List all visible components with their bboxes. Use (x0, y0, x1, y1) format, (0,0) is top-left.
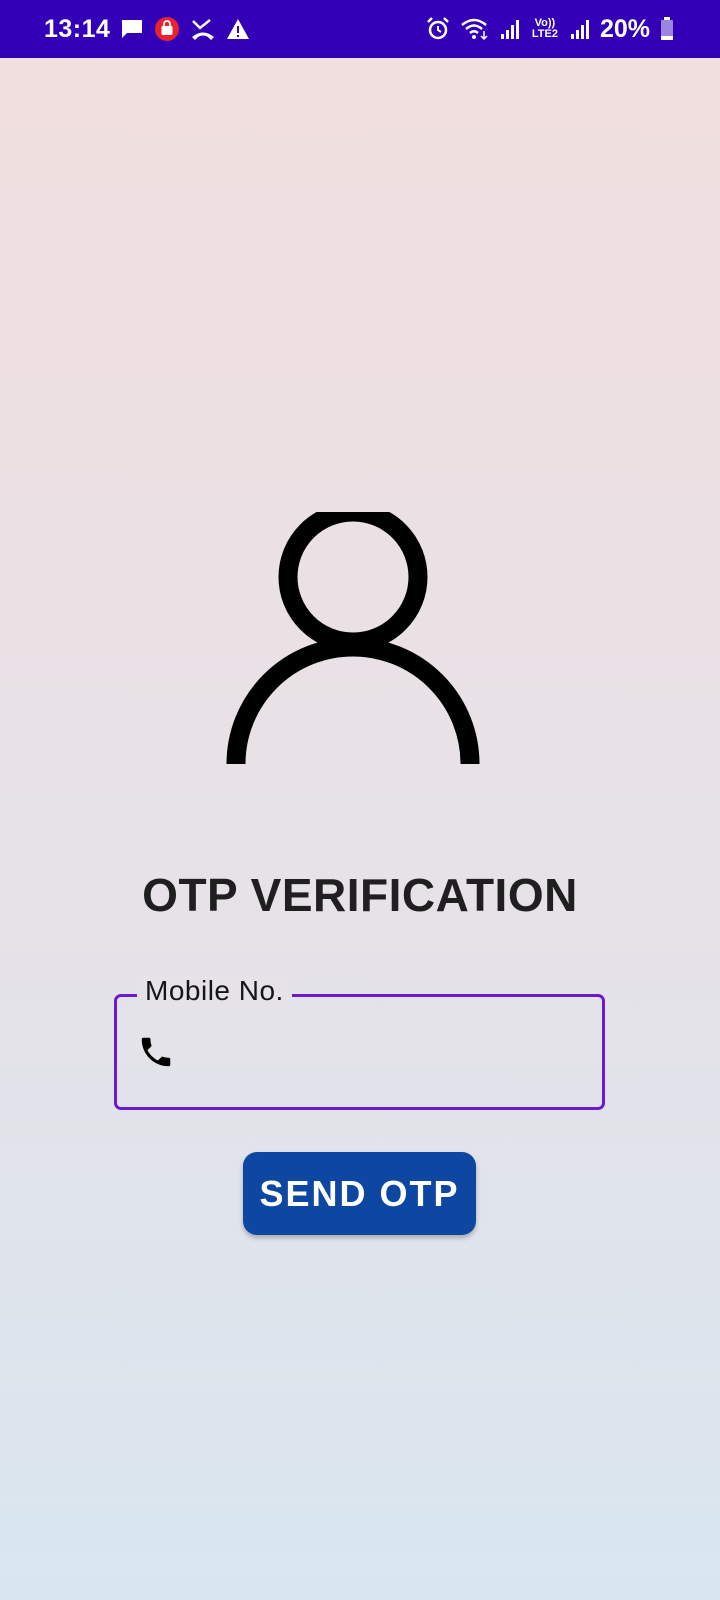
lte-icon: Vo)) LTE2 (530, 18, 560, 40)
alarm-icon (426, 17, 450, 41)
message-icon (120, 17, 144, 41)
shop-bag-icon (154, 16, 180, 42)
status-time: 13:14 (44, 14, 111, 43)
mobile-number-input[interactable] (193, 1025, 583, 1081)
mobile-number-field[interactable]: Mobile No. (114, 975, 605, 1110)
battery-icon (660, 17, 674, 41)
status-bar-left: 13:14 (44, 15, 250, 44)
status-bar-right: Vo)) LTE2 20% (426, 15, 674, 44)
signal-icon (500, 18, 520, 40)
phone-icon (137, 1033, 175, 1071)
page-title: OTP VERIFICATION (142, 869, 578, 921)
wifi-icon (460, 17, 490, 41)
send-otp-button[interactable]: SEND OTP (243, 1152, 476, 1235)
user-avatar-icon (226, 502, 492, 776)
mobile-field-label: Mobile No. (137, 975, 292, 1007)
warning-icon (226, 18, 250, 40)
missed-call-icon (190, 17, 216, 41)
signal-icon (570, 18, 590, 40)
lte-label: Vo)) LTE2 (531, 17, 558, 40)
status-bar: 13:14 Vo)) LTE2 20% (0, 0, 720, 58)
battery-percent: 20% (599, 14, 650, 43)
